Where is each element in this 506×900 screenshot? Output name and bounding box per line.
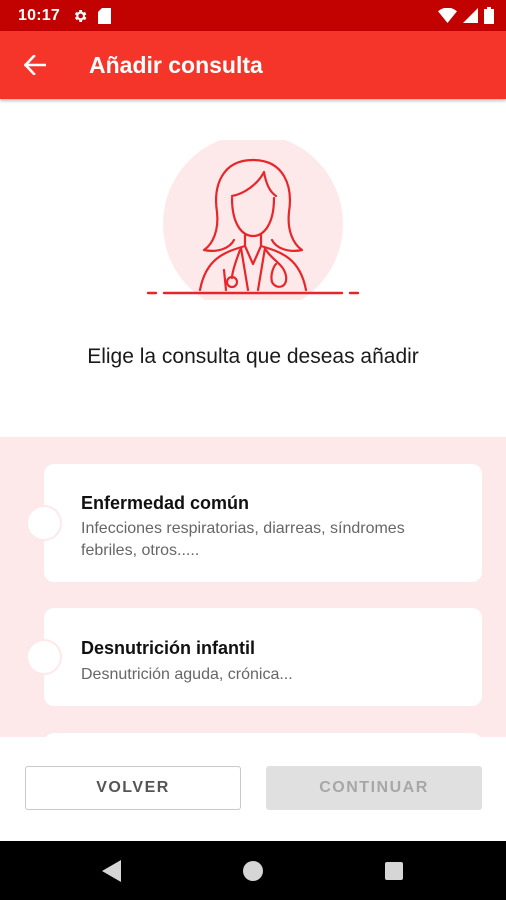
back-button[interactable] (0, 31, 70, 99)
nav-home-button[interactable] (240, 858, 266, 884)
home-circle-icon (243, 861, 263, 881)
page-title: Añadir consulta (89, 51, 263, 78)
hero-illustration (0, 134, 506, 314)
recents-square-icon (385, 862, 403, 880)
back-triangle-icon (102, 860, 121, 882)
nav-back-button[interactable] (99, 858, 125, 884)
option-description: Desnutrición aguda, crónica... (81, 666, 293, 683)
system-nav-bar (0, 841, 506, 900)
back-action-button[interactable]: VOLVER (25, 766, 241, 810)
app-bar: Añadir consulta (0, 31, 506, 99)
signal-icon (463, 8, 478, 23)
bottom-action-bar: VOLVER CONTINUAR (0, 737, 506, 841)
option-card-enfermedad-comun[interactable]: Enfermedad común Infecciones respiratori… (26, 464, 482, 582)
option-description: Infecciones respiratorias, diarreas, sín… (81, 520, 405, 559)
continue-button[interactable]: CONTINUAR (266, 766, 482, 810)
nav-recents-button[interactable] (381, 858, 407, 884)
status-right-icons (438, 7, 494, 24)
prompt-text: Elige la consulta que deseas añadir (87, 345, 419, 368)
radio-button[interactable] (26, 639, 62, 675)
options-list: Enfermedad común Infecciones respiratori… (0, 437, 506, 737)
battery-icon (484, 7, 494, 24)
status-bar: 10:17 (0, 0, 506, 31)
wifi-icon (438, 8, 457, 23)
option-card-desnutricion-infantil[interactable]: Desnutrición infantil Desnutrición aguda… (26, 608, 482, 706)
status-time: 10:17 (18, 6, 60, 24)
status-left-icons (72, 7, 111, 24)
option-title: Enfermedad común (81, 493, 250, 513)
gear-icon (74, 9, 87, 22)
female-doctor-icon (146, 134, 360, 314)
arrow-left-icon (24, 55, 46, 75)
sd-card-icon (97, 7, 111, 24)
radio-button[interactable] (26, 505, 62, 541)
option-title: Desnutrición infantil (81, 638, 256, 658)
